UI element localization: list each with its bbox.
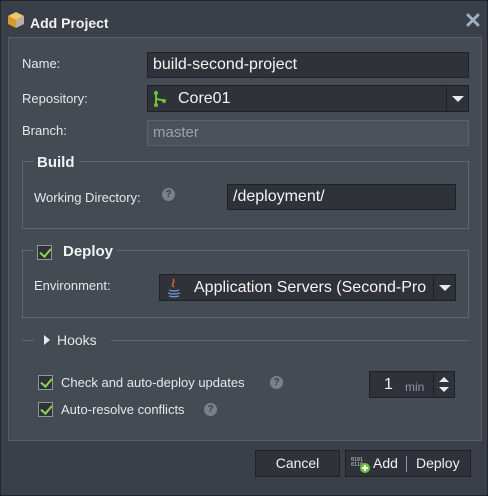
interval-stepper[interactable]: 1 min [369, 371, 455, 398]
chevron-down-icon[interactable] [433, 275, 455, 300]
package-icon [8, 12, 24, 28]
name-label: Name: [22, 56, 61, 71]
deploy-checkbox[interactable] [37, 245, 52, 260]
hooks-divider-right [111, 340, 469, 341]
branch-label: Branch: [22, 123, 67, 138]
hooks-divider-left [22, 340, 34, 341]
chevron-down-icon[interactable] [446, 86, 468, 111]
auto-resolve-checkbox[interactable] [38, 402, 53, 417]
help-icon[interactable]: ? [270, 376, 283, 389]
auto-resolve-label: Auto-resolve conflicts [61, 402, 185, 417]
environment-value: Application Servers (Second-Pro [194, 279, 427, 296]
interval-unit: min [405, 380, 425, 394]
stepper-buttons[interactable] [433, 372, 454, 397]
branch-field[interactable]: master [147, 120, 469, 146]
add-deploy-button[interactable]: 0101 0110 Add Deploy [345, 450, 471, 477]
spinner-icon[interactable] [438, 376, 450, 393]
deploy-label: Deploy [416, 455, 460, 471]
help-icon[interactable]: ? [162, 188, 175, 201]
repository-label: Repository: [22, 91, 88, 106]
auto-deploy-label: Check and auto-deploy updates [61, 375, 245, 390]
name-field[interactable]: build-second-project [147, 52, 469, 78]
interval-value: 1 [384, 376, 393, 393]
button-separator [406, 456, 407, 472]
working-directory-label: Working Directory: [34, 190, 141, 205]
environment-select[interactable]: Application Servers (Second-Pro [159, 274, 456, 301]
hooks-toggle[interactable]: Hooks [57, 332, 97, 348]
chevron-right-icon[interactable] [43, 334, 51, 346]
repository-select[interactable]: Core01 [147, 85, 469, 112]
dialog-body: Name: build-second-project Repository: C… [8, 37, 482, 441]
environment-label: Environment: [34, 278, 111, 293]
build-legend: Build [33, 154, 79, 171]
auto-deploy-checkbox[interactable] [38, 375, 53, 390]
dialog-titlebar[interactable]: Add Project [1, 1, 487, 35]
java-icon [167, 278, 181, 298]
close-icon[interactable] [466, 13, 480, 27]
add-project-dialog: Add Project Name: build-second-project R… [0, 0, 488, 496]
git-branch-icon [154, 91, 166, 107]
add-label: Add [373, 455, 398, 471]
binary-add-icon: 0101 0110 [351, 457, 370, 473]
cancel-button[interactable]: Cancel [255, 450, 340, 477]
repository-value: Core01 [178, 90, 231, 107]
help-icon[interactable]: ? [204, 403, 217, 416]
working-directory-field[interactable]: /deployment/ [227, 184, 456, 210]
dialog-title: Add Project [30, 15, 109, 31]
